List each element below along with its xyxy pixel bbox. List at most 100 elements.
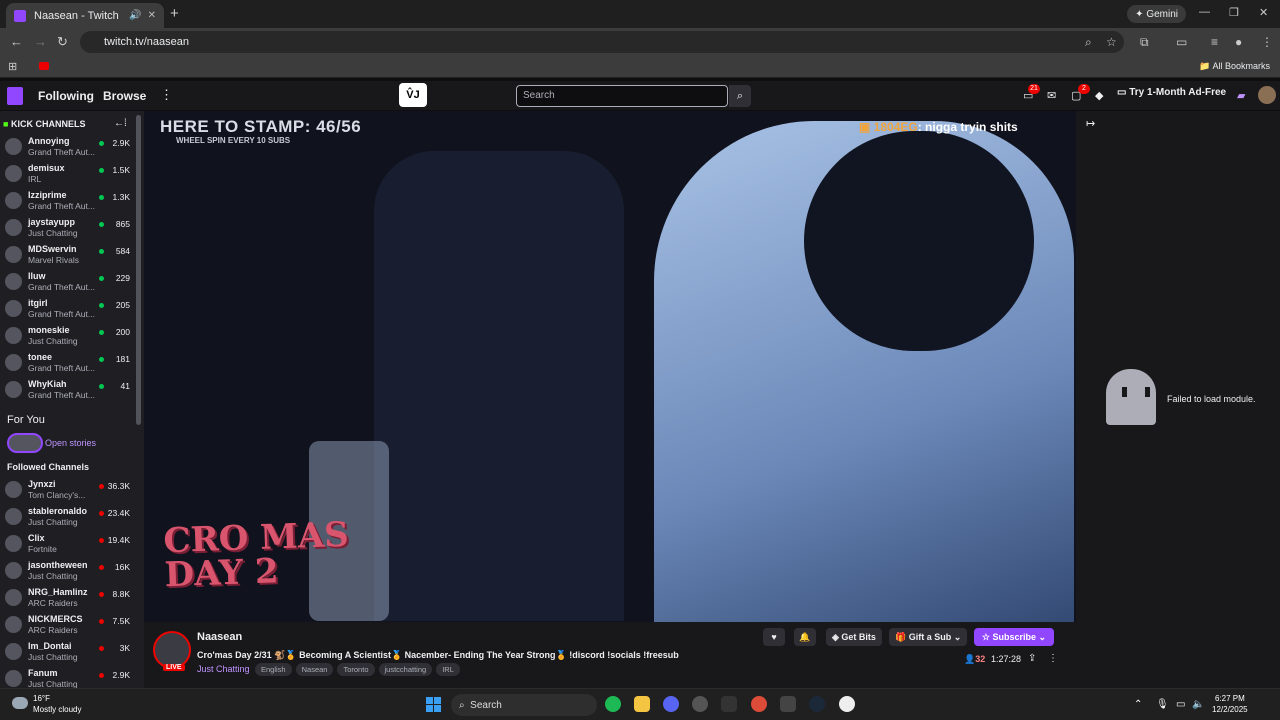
sidebar-channel[interactable]: tonee Grand Theft Aut... 181 xyxy=(0,351,134,378)
address-bar[interactable]: twitch.tv/naasean xyxy=(80,31,1124,53)
sidebar-channel[interactable]: NICKMERCS ARC Raiders 7.5K xyxy=(0,613,134,640)
weather-temp[interactable]: 16°F xyxy=(33,694,50,703)
weather-desc[interactable]: Mostly cloudy xyxy=(33,705,81,714)
sidebar-channel[interactable]: Fanum Just Chatting 2.9K xyxy=(0,667,134,688)
media-icon[interactable]: ≡ xyxy=(1211,35,1218,49)
volume-icon[interactable]: 🔈 xyxy=(1192,699,1204,710)
cloud-icon[interactable] xyxy=(12,697,28,709)
more-options-icon[interactable]: ⋮ xyxy=(1048,653,1058,664)
all-bookmarks-button[interactable]: 📁 All Bookmarks xyxy=(1199,61,1270,72)
clock-date[interactable]: 12/2/2025 xyxy=(1212,705,1248,714)
app-icon[interactable] xyxy=(692,696,708,712)
minimize-icon[interactable]: — xyxy=(1199,6,1210,18)
following-link[interactable]: Following xyxy=(38,89,94,103)
channel-name: demisux xyxy=(28,163,65,173)
sidebar-channel[interactable]: moneskie Just Chatting 200 xyxy=(0,324,134,351)
stream-category-link[interactable]: Just Chatting xyxy=(197,664,250,674)
stream-tag[interactable]: Nasean xyxy=(295,663,334,676)
get-bits-button[interactable]: ◈ Get Bits xyxy=(826,628,882,646)
extensions-icon[interactable]: ⧉ xyxy=(1140,35,1149,50)
video-player[interactable]: HERE TO STAMP: 46/56 WHEEL SPIN EVERY 10… xyxy=(144,111,1076,622)
try-ad-free-button[interactable]: ▭ Try 1-Month Ad-Free xyxy=(1117,87,1226,98)
clock-time[interactable]: 6:27 PM xyxy=(1215,694,1245,703)
notifications-button[interactable]: 🔔 xyxy=(794,628,816,646)
sidebar-channel[interactable]: itgirl Grand Theft Aut... 205 xyxy=(0,297,134,324)
sidebar-channel[interactable]: Clix Fortnite 19.4K xyxy=(0,532,134,559)
extension-logo-button[interactable]: V̂J xyxy=(399,83,427,107)
obs-icon[interactable] xyxy=(839,696,855,712)
search-button[interactable]: ⌕ xyxy=(729,85,751,107)
ghost-icon xyxy=(1106,369,1156,425)
collapse-sidebar-icon[interactable]: ←⁞ xyxy=(114,118,127,129)
chrome-icon[interactable] xyxy=(751,696,767,712)
channel-name: moneskie xyxy=(28,325,70,335)
network-icon[interactable]: ▭ xyxy=(1176,699,1185,710)
chrome-menu-icon[interactable]: ⋮ xyxy=(1261,35,1273,49)
browse-link[interactable]: Browse xyxy=(103,89,146,103)
sidebar-channel[interactable]: Izziprime Grand Theft Aut... 1.3K xyxy=(0,189,134,216)
discord-icon[interactable] xyxy=(663,696,679,712)
channel-avatar xyxy=(5,589,22,606)
stream-tag[interactable]: justcchatting xyxy=(378,663,433,676)
sidebar-channel[interactable]: NRG_Hamlinz ARC Raiders 8.8K xyxy=(0,586,134,613)
twitch-logo-icon[interactable] xyxy=(7,87,23,105)
zoom-icon[interactable]: ⌕ xyxy=(1085,35,1092,50)
tray-overflow-icon[interactable]: ⌃ xyxy=(1134,699,1142,710)
live-dot-icon xyxy=(99,249,104,254)
sidebar-channel[interactable]: MDSwervin Marvel Rivals 584 xyxy=(0,243,134,270)
bits-icon[interactable]: ◆ xyxy=(1095,89,1103,102)
stream-tag[interactable]: Toronto xyxy=(337,663,375,676)
spotify-icon[interactable] xyxy=(605,696,621,712)
search-input[interactable]: Search xyxy=(516,85,728,107)
profile-icon[interactable]: ● xyxy=(1235,35,1242,49)
get-bits-label: Get Bits xyxy=(841,632,876,642)
mail-icon[interactable]: ✉ xyxy=(1047,89,1056,102)
file-explorer-icon[interactable] xyxy=(634,696,650,712)
follow-heart-button[interactable]: ♥ xyxy=(763,628,785,646)
sidebar-channel[interactable]: lm_Dontai Just Chatting 3K xyxy=(0,640,134,667)
prime-icon[interactable]: ▰ xyxy=(1237,89,1245,102)
heart-icon: ♥ xyxy=(771,632,777,642)
sidebar-channel[interactable]: lluw Grand Theft Aut... 229 xyxy=(0,270,134,297)
youtube-bookmark-icon[interactable] xyxy=(39,62,49,70)
speaker-icon[interactable]: 🔊 xyxy=(129,10,141,21)
reload-icon[interactable]: ↻ xyxy=(57,34,68,50)
sidebar-channel[interactable]: WhyKiah Grand Theft Aut... 41 xyxy=(0,378,134,405)
microphone-icon[interactable]: 🎙 xyxy=(1156,699,1169,710)
back-icon[interactable]: ← xyxy=(10,34,23,49)
expand-chat-icon[interactable]: ↦ xyxy=(1086,117,1095,130)
sidebar-channel[interactable]: demisux IRL 1.5K xyxy=(0,162,134,189)
stream-tag[interactable]: English xyxy=(255,663,292,676)
steam-icon[interactable] xyxy=(809,696,825,712)
browser-tab[interactable]: Naasean - Twitch 🔊 ✕ xyxy=(6,3,164,28)
open-stories-link[interactable]: Open stories xyxy=(45,438,96,448)
sidebar-scrollbar[interactable] xyxy=(136,115,141,425)
new-tab-button[interactable]: + xyxy=(170,5,179,22)
apps-grid-icon[interactable]: ⊞ xyxy=(8,60,17,73)
forward-icon[interactable]: → xyxy=(34,34,47,49)
subscribe-button[interactable]: ☆ Subscribe ⌄ xyxy=(974,628,1054,646)
stream-tag[interactable]: IRL xyxy=(436,663,460,676)
stories-avatars[interactable] xyxy=(7,433,43,453)
epic-games-icon[interactable] xyxy=(721,696,737,712)
sidebar-channel[interactable]: jaystayupp Just Chatting 865 xyxy=(0,216,134,243)
share-icon[interactable]: ⇪ xyxy=(1028,653,1036,664)
gemini-button[interactable]: ✦ Gemini xyxy=(1127,5,1186,23)
close-tab-icon[interactable]: ✕ xyxy=(148,10,156,21)
maximize-icon[interactable]: ❐ xyxy=(1229,6,1239,19)
reading-mode-icon[interactable]: ▭ xyxy=(1176,35,1187,49)
windows-start-icon[interactable] xyxy=(426,697,441,712)
close-window-icon[interactable]: ✕ xyxy=(1259,6,1268,19)
sidebar-channel[interactable]: Jynxzi Tom Clancy's... 36.3K xyxy=(0,478,134,505)
streamer-name[interactable]: Naasean xyxy=(197,631,242,643)
ghub-icon[interactable] xyxy=(780,696,796,712)
user-avatar[interactable] xyxy=(1258,86,1276,104)
channel-name: Annoying xyxy=(28,136,70,146)
sidebar-channel[interactable]: jasontheween Just Chatting 16K xyxy=(0,559,134,586)
more-menu-icon[interactable]: ⋮ xyxy=(160,87,173,103)
taskbar-search[interactable]: ⌕ Search xyxy=(451,694,597,716)
sidebar-channel[interactable]: Annoying Grand Theft Aut... 2.9K xyxy=(0,135,134,162)
bookmark-star-icon[interactable]: ☆ xyxy=(1106,35,1117,49)
gift-sub-button[interactable]: 🎁 Gift a Sub ⌄ xyxy=(889,628,968,646)
sidebar-channel[interactable]: stableronaldo Just Chatting 23.4K xyxy=(0,505,134,532)
